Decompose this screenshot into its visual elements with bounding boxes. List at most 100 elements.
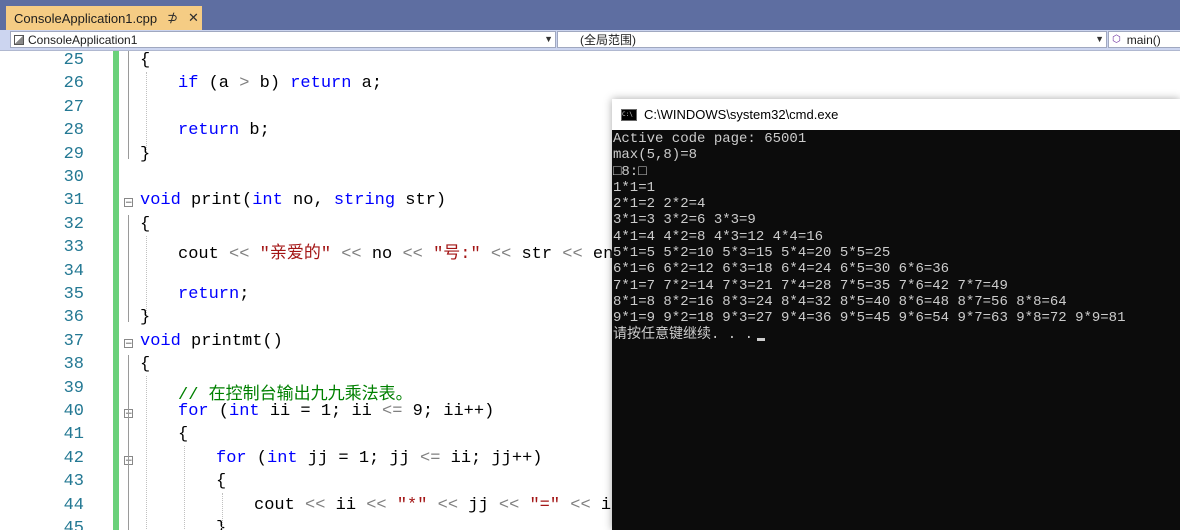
code-text[interactable]: {	[178, 425, 188, 444]
code-token: b;	[239, 121, 270, 141]
line-number: 26	[63, 74, 84, 94]
fold-line	[128, 51, 129, 159]
line-number: 40	[63, 402, 84, 421]
keyword-token: void	[140, 331, 181, 351]
keyword-token: if	[178, 74, 199, 94]
console-title: C:\WINDOWS\system32\cmd.exe	[644, 107, 839, 122]
code-text[interactable]: {	[140, 355, 150, 374]
code-text[interactable]: cout << ii << "*" << jj << "=" << ii *	[254, 496, 642, 515]
code-line[interactable]: 25 {	[0, 51, 1180, 74]
fold-line	[128, 425, 129, 530]
code-token: <<	[366, 495, 387, 515]
line-number: 31	[63, 191, 84, 211]
code-token: ii; jj++)	[440, 448, 543, 468]
console-line: 请按任意键继续. . .	[613, 327, 1179, 343]
console-line: 8*1=8 8*2=16 8*3=24 8*4=32 8*5=40 8*6=48…	[613, 294, 1179, 310]
console-line: 2*1=2 2*2=4	[613, 196, 1179, 212]
code-token: b)	[249, 74, 291, 94]
code-token: <<	[437, 495, 459, 515]
console-window[interactable]: C:\ C:\WINDOWS\system32\cmd.exe Active c…	[612, 99, 1180, 530]
code-text[interactable]: for (int jj = 1; jj <= ii; jj++)	[216, 449, 542, 468]
code-token: <=	[420, 448, 441, 468]
scope-value: (全局范围)	[580, 33, 636, 47]
document-tab-bar: ConsoleApplication1.cpp ⊅ ✕	[0, 0, 1180, 30]
line-number: 28	[63, 121, 84, 141]
code-token: {	[140, 355, 151, 375]
code-token: print(	[180, 191, 253, 211]
console-line: □8:□	[613, 164, 1179, 180]
code-token: {	[140, 51, 151, 70]
console-line: 4*1=4 4*2=8 4*3=12 4*4=16	[613, 229, 1179, 245]
code-line[interactable]: 26 if (a > b) return a;	[0, 74, 1180, 97]
keyword-token: int	[252, 191, 283, 211]
keyword-token: int	[267, 448, 298, 468]
code-text[interactable]: if (a > b) return a;	[178, 74, 382, 93]
keyword-token: return	[290, 74, 352, 94]
code-text[interactable]: void printmt()	[140, 332, 283, 351]
document-tab[interactable]: ConsoleApplication1.cpp ⊅ ✕	[6, 6, 202, 30]
code-text[interactable]: {	[140, 215, 150, 234]
member-dropdown[interactable]: ⬡ main()	[1108, 31, 1180, 48]
line-number: 41	[63, 425, 84, 445]
code-token: <=	[382, 402, 403, 421]
indent-guide	[146, 235, 147, 316]
string-token: "*"	[396, 495, 428, 515]
line-number: 35	[63, 285, 84, 304]
scope-dropdown[interactable]: (全局范围) ▼	[557, 31, 1107, 48]
code-token: {	[140, 214, 151, 234]
console-titlebar[interactable]: C:\ C:\WINDOWS\system32\cmd.exe	[612, 99, 1180, 130]
keyword-token: return	[178, 285, 240, 304]
code-text[interactable]: for (int ii = 1; ii <= 9; ii++)	[178, 402, 494, 421]
line-number: 25	[63, 51, 84, 70]
code-token: cout	[254, 495, 306, 515]
code-token: 9; ii++)	[402, 402, 495, 421]
code-text[interactable]: void print(int no, string str)	[140, 191, 446, 210]
chevron-down-icon[interactable]: ▼	[544, 32, 553, 47]
line-number: 27	[63, 97, 84, 117]
indent-guide	[184, 446, 185, 530]
code-token: (a	[198, 74, 240, 94]
collapse-icon[interactable]: −	[124, 198, 133, 208]
code-text[interactable]: {	[140, 51, 150, 70]
keyword-token: string	[333, 191, 396, 211]
console-line-text: 3*1=3 3*2=6 3*3=9	[613, 212, 756, 229]
console-line-text: 8*1=8 8*2=16 8*3=24 8*4=32 8*5=40 8*6=48…	[613, 293, 1067, 310]
code-token: ;	[239, 285, 250, 304]
collapse-icon[interactable]: −	[124, 338, 133, 348]
code-token: <<	[498, 495, 520, 515]
code-text[interactable]: // 在控制台输出九九乘法表。	[178, 379, 413, 405]
console-line-text: □8:□	[613, 163, 647, 180]
project-icon	[14, 34, 24, 45]
code-token: jj = 1; jj	[297, 448, 421, 468]
code-token: ii	[325, 495, 367, 515]
console-output: Active code page: 65001 max(5,8)=8 □8:□ 1*1…	[613, 131, 1179, 343]
console-line: 3*1=3 3*2=6 3*3=9	[613, 212, 1179, 228]
line-number: 39	[63, 378, 84, 398]
close-icon[interactable]: ✕	[188, 10, 199, 26]
indent-guide	[222, 493, 223, 530]
console-line-text: Active code page: 65001	[613, 131, 807, 147]
line-number: 32	[63, 214, 84, 234]
line-number: 33	[63, 238, 84, 258]
project-dropdown[interactable]: ConsoleApplication1 ▼	[10, 31, 556, 48]
code-text[interactable]: cout << "亲爱的" << no << "号:" << str << en…	[178, 238, 644, 264]
pin-icon[interactable]: ⊅	[167, 10, 178, 26]
console-line-text: 6*1=6 6*2=12 6*3=18 6*4=24 6*5=30 6*6=36	[613, 261, 950, 278]
code-token: ii = 1; ii	[259, 402, 383, 421]
line-number: 37	[63, 331, 84, 351]
code-text[interactable]: return;	[178, 285, 249, 304]
tab-filename[interactable]: ConsoleApplication1.cpp	[14, 11, 157, 26]
code-text[interactable]: return b;	[178, 121, 270, 140]
line-number: 34	[63, 261, 84, 281]
code-text[interactable]: {	[216, 472, 226, 491]
keyword-token: for	[216, 448, 247, 468]
chevron-down-icon[interactable]: ▼	[1095, 32, 1104, 47]
console-line-text: 请按任意键继续. . .	[613, 326, 754, 343]
indent-guide	[146, 72, 147, 152]
keyword-token: int	[229, 402, 260, 421]
line-number: 29	[63, 144, 84, 164]
